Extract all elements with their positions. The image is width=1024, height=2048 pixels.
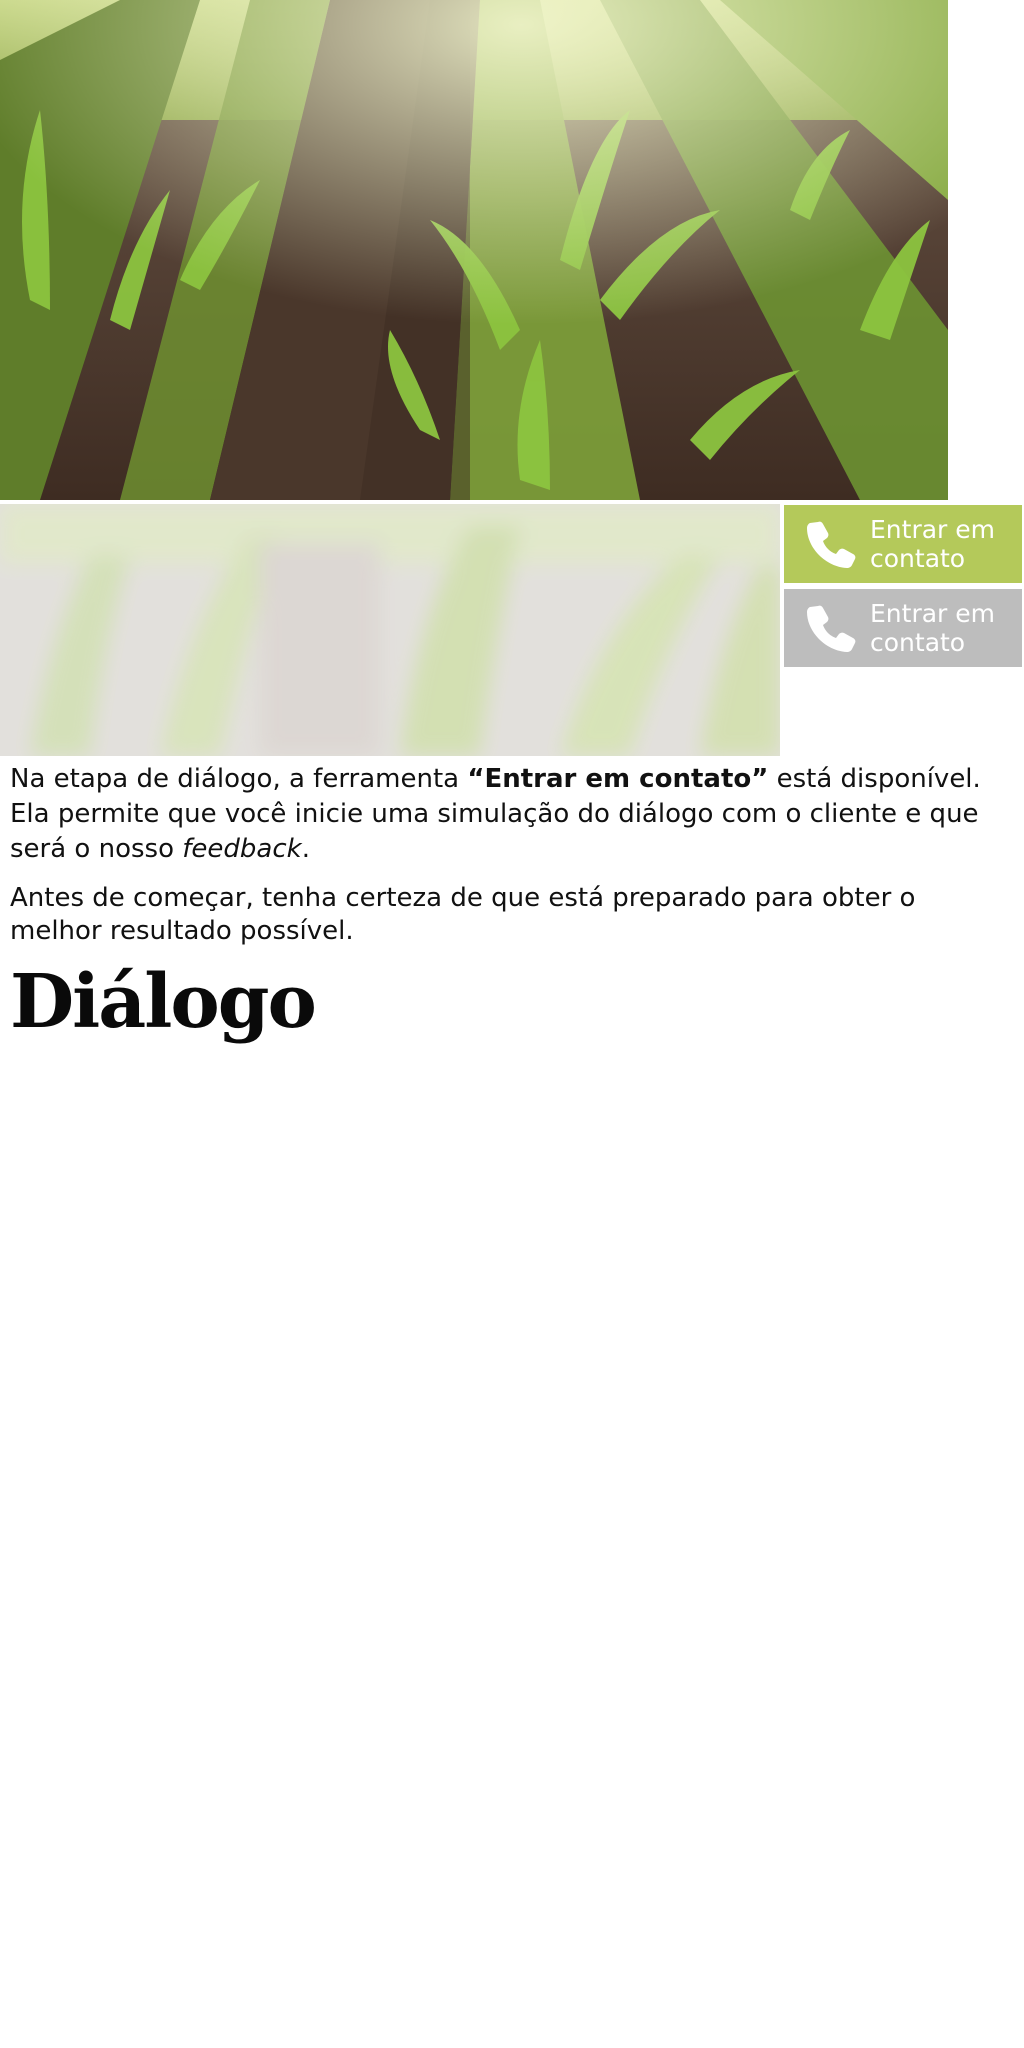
intro-line1-text: Na etapa de diálogo, a ferramenta: [10, 764, 468, 794]
tool-name: Entrar em contato: [484, 764, 752, 794]
intro-line2-text: Ela permite que você inicie uma simulaçã…: [10, 799, 979, 864]
contact-button-label: Entrar em contato: [870, 599, 995, 657]
tool-name-close-quote: ”: [751, 764, 769, 794]
blurred-cornfield-preview: [0, 504, 780, 756]
intro-paragraph: Na etapa de diálogo, a ferramenta “Entra…: [10, 762, 1010, 867]
phone-icon: [807, 521, 856, 568]
cornfield-illustration: [0, 0, 948, 500]
phone-icon: [807, 605, 856, 652]
contact-button[interactable]: Entrar em contato: [784, 505, 1022, 583]
advice-paragraph: Antes de começar, tenha certeza de que e…: [10, 883, 916, 946]
feedback-emphasis: feedback: [182, 834, 302, 864]
contact-button-label: Entrar em contato: [870, 515, 995, 573]
intro-line1-end: está disponível.: [768, 764, 981, 794]
page-title: Diálogo: [10, 959, 317, 1045]
intro-line2-end: .: [301, 834, 310, 864]
cornfield-photo: [0, 0, 948, 500]
preview-illustration: [0, 504, 780, 756]
contact-button-disabled[interactable]: Entrar em contato: [784, 589, 1022, 667]
tool-name-open-quote: “: [467, 764, 485, 794]
